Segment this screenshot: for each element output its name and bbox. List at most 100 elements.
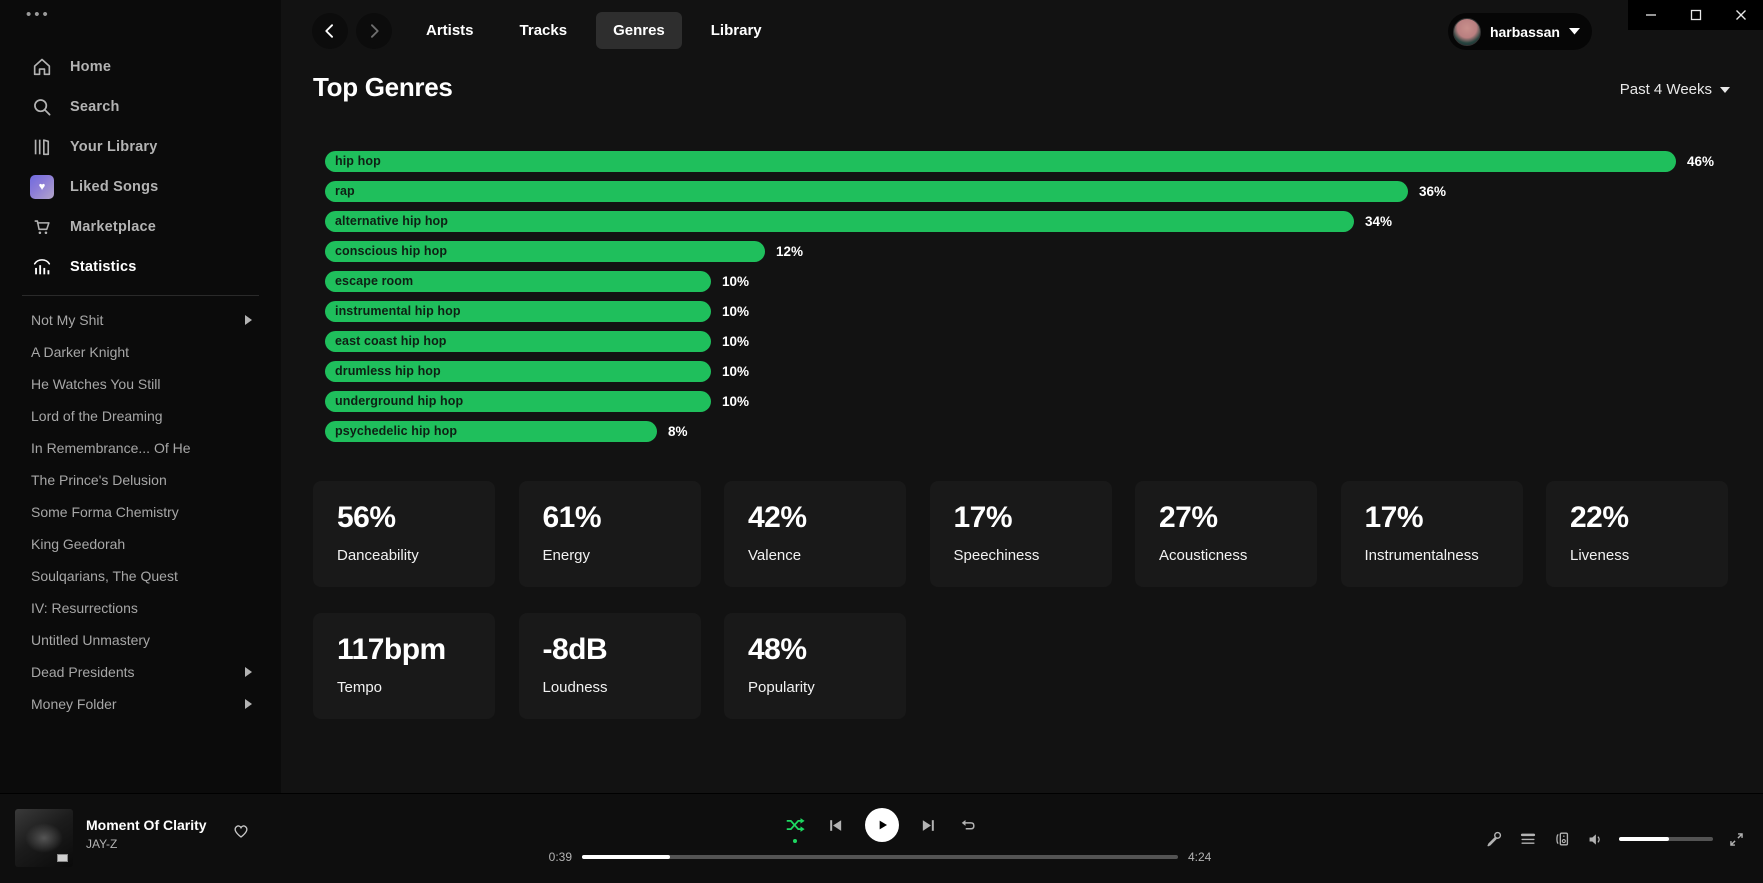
genre-bar[interactable]: alternative hip hop	[325, 211, 1354, 232]
chevron-right-icon	[244, 698, 253, 710]
playlist-item[interactable]: The Prince's Delusion	[0, 464, 281, 496]
playlist-item[interactable]: Lord of the Dreaming	[0, 400, 281, 432]
playlist-item[interactable]: Some Forma Chemistry	[0, 496, 281, 528]
genre-row: alternative hip hop34%	[325, 206, 1733, 236]
playlist-label: IV: Resurrections	[31, 600, 138, 616]
genre-bar[interactable]: conscious hip hop	[325, 241, 765, 262]
playlist-item[interactable]: A Darker Knight	[0, 336, 281, 368]
close-button[interactable]	[1718, 0, 1763, 30]
statistics-icon	[30, 255, 54, 279]
sidebar-divider	[22, 295, 259, 296]
genre-bar-value: 10%	[722, 334, 749, 349]
shuffle-button[interactable]	[784, 814, 806, 836]
stat-value: 56%	[337, 501, 471, 535]
playlist-item[interactable]: Not My Shit	[0, 304, 281, 336]
genre-row: psychedelic hip hop 8%	[325, 416, 1733, 446]
forward-button[interactable]	[356, 13, 392, 49]
genre-bar-label: alternative hip hop	[335, 214, 448, 228]
playlist-label: In Remembrance... Of He	[31, 440, 191, 456]
playlist-item[interactable]: King Geedorah	[0, 528, 281, 560]
tab-artists[interactable]: Artists	[409, 12, 491, 49]
audio-feature-cards: 56%Danceability61%Energy42%Valence17%Spe…	[313, 481, 1734, 719]
sidebar-item-home[interactable]: Home	[0, 47, 281, 87]
playlist-item[interactable]: IV: Resurrections	[0, 592, 281, 624]
elapsed-time: 0:39	[512, 849, 572, 865]
tab-tracks[interactable]: Tracks	[503, 12, 585, 49]
connect-device-button[interactable]	[1552, 829, 1572, 849]
playlist-item[interactable]: In Remembrance... Of He	[0, 432, 281, 464]
sidebar-item-search[interactable]: Search	[0, 87, 281, 127]
play-button[interactable]	[865, 808, 899, 842]
queue-button[interactable]	[1518, 829, 1538, 849]
page-title: Top Genres	[313, 72, 453, 103]
playlist-label: Some Forma Chemistry	[31, 504, 179, 520]
maximize-button[interactable]	[1673, 0, 1718, 30]
genre-bar[interactable]: instrumental hip hop	[325, 301, 711, 322]
sidebar-item-label: Home	[70, 59, 111, 75]
genre-bar-value: 10%	[722, 394, 749, 409]
user-menu[interactable]: harbassan	[1448, 13, 1592, 50]
genre-bar[interactable]: psychedelic hip hop	[325, 421, 657, 442]
genre-bar-value: 12%	[776, 244, 803, 259]
sidebar-item-liked-songs[interactable]: ♥Liked Songs	[0, 167, 281, 207]
playlist-label: He Watches You Still	[31, 376, 160, 392]
playlist-item[interactable]: Untitled Unmastery	[0, 624, 281, 656]
genre-bar-label: rap	[335, 184, 355, 198]
track-title[interactable]: Moment Of Clarity	[86, 817, 207, 833]
fullscreen-button[interactable]	[1727, 830, 1746, 849]
spotify-stats-app: ••• Home Search Your Library ♥Liked SongsMa…	[0, 0, 1763, 883]
track-artist[interactable]: JAY-Z	[86, 837, 207, 851]
playlist-item[interactable]: He Watches You Still	[0, 368, 281, 400]
maximize-icon	[1690, 9, 1702, 21]
next-icon	[920, 817, 937, 834]
volume-button[interactable]	[1586, 830, 1605, 849]
genre-bar[interactable]: rap	[325, 181, 1408, 202]
genre-row: east coast hip hop 10%	[325, 326, 1733, 356]
sidebar-item-marketplace[interactable]: Marketplace	[0, 207, 281, 247]
play-icon	[874, 817, 890, 833]
progress-bar[interactable]	[582, 855, 1178, 859]
genre-bar-value: 46%	[1687, 154, 1714, 169]
secondary-controls	[1484, 794, 1746, 883]
fullscreen-icon	[1727, 830, 1746, 849]
playlist-label: Soulqarians, The Quest	[31, 568, 178, 584]
genre-row: instrumental hip hop10%	[325, 296, 1733, 326]
stat-value: 61%	[543, 501, 677, 535]
back-button[interactable]	[312, 13, 348, 49]
close-icon	[1735, 9, 1747, 21]
tab-library[interactable]: Library	[694, 12, 779, 49]
minimize-button[interactable]	[1628, 0, 1673, 30]
genre-bar[interactable]: underground hip hop	[325, 391, 711, 412]
previous-button[interactable]	[827, 817, 844, 834]
volume-slider[interactable]	[1619, 837, 1713, 841]
stat-label: Tempo	[337, 679, 471, 696]
genre-bar[interactable]: hip hop	[325, 151, 1676, 172]
playlist-item[interactable]: Soulqarians, The Quest	[0, 560, 281, 592]
playlist-item[interactable]: Money Folder	[0, 688, 281, 720]
lyrics-button[interactable]	[1484, 829, 1504, 849]
chevron-right-icon	[244, 666, 253, 678]
sidebar-item-statistics[interactable]: Statistics	[0, 247, 281, 287]
genre-bar[interactable]: escape room	[325, 271, 711, 292]
sidebar-nav: Home Search Your Library ♥Liked SongsMarket…	[0, 47, 281, 287]
genre-bar-label: east coast hip hop	[335, 334, 447, 348]
time-range-dropdown[interactable]: Past 4 Weeks	[1620, 81, 1730, 98]
app-menu-icon[interactable]: •••	[26, 6, 51, 23]
repeat-button[interactable]	[958, 815, 978, 835]
genre-bar-value: 8%	[668, 424, 688, 439]
album-art[interactable]	[15, 809, 73, 867]
genre-bar[interactable]: east coast hip hop	[325, 331, 711, 352]
sidebar-item-label: Your Library	[70, 139, 158, 155]
like-button[interactable]	[231, 820, 251, 839]
tab-genres[interactable]: Genres	[596, 12, 682, 49]
next-button[interactable]	[920, 817, 937, 834]
stat-label: Instrumentalness	[1365, 547, 1499, 564]
sidebar-item-your-library[interactable]: Your Library	[0, 127, 281, 167]
playlist-label: Money Folder	[31, 696, 117, 712]
sidebar-item-label: Search	[70, 99, 120, 115]
chevron-left-icon	[320, 21, 340, 41]
stat-label: Speechiness	[954, 547, 1088, 564]
playlist-item[interactable]: Dead Presidents	[0, 656, 281, 688]
genre-bar[interactable]: drumless hip hop	[325, 361, 711, 382]
home-icon	[30, 55, 54, 79]
